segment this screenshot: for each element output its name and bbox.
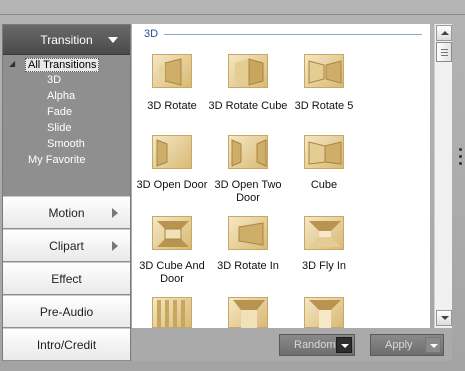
tree-item-smooth[interactable]: Smooth <box>47 138 85 150</box>
top-divider <box>0 14 465 15</box>
tree-item-alpha[interactable]: Alpha <box>47 90 75 102</box>
motion-button[interactable]: Motion <box>3 196 130 229</box>
pre-audio-button[interactable]: Pre-Audio <box>3 295 130 328</box>
intro-credit-button[interactable]: Intro/Credit <box>3 328 130 361</box>
transition-item-label: Cube <box>310 179 338 191</box>
arrow-down-icon <box>441 316 449 320</box>
random-label: Random <box>294 339 336 351</box>
chevron-right-icon <box>112 208 118 218</box>
tree-item-all-transitions[interactable]: All Transitions <box>25 58 100 72</box>
transition-item-label: 3D Open Door <box>136 179 208 191</box>
scroll-up-button[interactable] <box>436 25 452 41</box>
3d-open-two-door-icon <box>228 135 268 169</box>
3d-fly-in-icon <box>304 216 344 250</box>
arrow-up-icon <box>441 31 449 35</box>
random-button[interactable]: Random <box>279 334 355 356</box>
3d-rotate-5-icon <box>304 54 344 88</box>
3d-cube-and-door-icon <box>152 216 192 250</box>
transition-category-dropdown[interactable]: Transition <box>3 25 130 55</box>
apply-dropdown-button[interactable] <box>425 337 441 353</box>
transition-item-label: 3D Open Two Door <box>214 179 282 204</box>
action-bar: Random Apply <box>132 328 452 361</box>
tree-item-fade[interactable]: Fade <box>47 106 72 118</box>
section-title: 3D <box>144 28 159 40</box>
transition-thumbnail-icon <box>152 297 192 329</box>
dropdown-arrow-icon <box>108 37 118 43</box>
3d-rotate-icon <box>152 54 192 88</box>
pre-audio-label: Pre-Audio <box>39 304 94 319</box>
motion-label: Motion <box>48 205 85 220</box>
tree-item-my-favorite[interactable]: My Favorite <box>28 154 85 166</box>
section-divider <box>164 34 422 35</box>
3d-open-door-icon <box>152 135 192 169</box>
grip-icon <box>441 52 448 53</box>
tree-collapse-icon[interactable]: ◢ <box>9 59 15 68</box>
scroll-thumb[interactable] <box>436 42 452 62</box>
scroll-down-button[interactable] <box>436 310 452 326</box>
apply-label: Apply <box>385 339 413 351</box>
chevron-down-icon <box>341 344 349 348</box>
transition-thumbnail-icon <box>228 297 268 329</box>
clipart-label: Clipart <box>49 238 84 253</box>
apply-button[interactable]: Apply <box>370 334 444 356</box>
random-dropdown-button[interactable] <box>336 337 352 353</box>
3d-rotate-in-icon <box>228 216 268 250</box>
transition-item-label: 3D Rotate <box>147 100 197 112</box>
grip-icon <box>441 55 448 56</box>
tree-item-slide[interactable]: Slide <box>47 122 71 134</box>
category-sidebar: Transition ◢ All Transitions 3D Alpha Fa… <box>2 24 131 361</box>
transition-item-label: 3D Rotate 5 <box>294 100 354 112</box>
effect-button[interactable]: Effect <box>3 262 130 295</box>
transition-thumbnail-icon <box>304 297 344 329</box>
transition-item-label: 3D Cube And Door <box>139 260 205 285</box>
chevron-right-icon <box>112 241 118 251</box>
transition-item-label: 3D Rotate In <box>217 260 279 272</box>
intro-credit-label: Intro/Credit <box>36 337 97 352</box>
tree-item-3d[interactable]: 3D <box>47 74 61 86</box>
transition-item-label: 3D Rotate Cube <box>208 100 288 112</box>
chevron-down-icon <box>430 344 438 348</box>
clipart-button[interactable]: Clipart <box>3 229 130 262</box>
transition-panel: Transition ◢ All Transitions 3D Alpha Fa… <box>0 0 465 371</box>
gallery-scrollbar[interactable] <box>434 24 452 328</box>
transition-gallery: 3D 3D Rotate 3D Rotate Cube 3D Rotate 5 <box>132 24 430 329</box>
transition-item-label: 3D Fly In <box>301 260 346 272</box>
transition-category-label: Transition <box>40 32 93 47</box>
3d-rotate-cube-icon <box>228 54 268 88</box>
grip-icon <box>441 49 448 50</box>
cube-icon <box>304 135 344 169</box>
effect-label: Effect <box>51 271 82 286</box>
resize-grip-icon[interactable] <box>459 148 462 169</box>
